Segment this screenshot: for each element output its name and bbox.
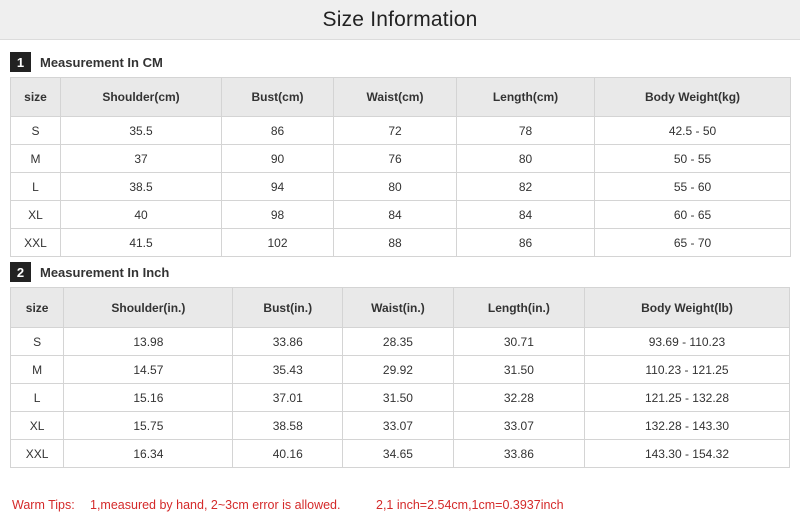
table-cell: 121.25 - 132.28 (583, 383, 791, 412)
table-cell: M (9, 355, 65, 384)
table-cell: 37 (60, 144, 222, 173)
table-cell: 82 (456, 172, 595, 201)
table-cell: 88 (333, 228, 457, 257)
table-cell: XXL (10, 228, 61, 257)
table-cell: 31.50 (342, 383, 454, 412)
table-cell: 110.23 - 121.25 (583, 355, 791, 384)
column-header: Waist(cm) (333, 77, 457, 117)
column-header: size (9, 287, 65, 328)
table-row: XXL 16.34 40.16 34.65 33.86 143.30 - 154… (9, 439, 791, 468)
column-header: Shoulder(cm) (60, 77, 222, 117)
section-inch-header: 2 Measurement In Inch (10, 262, 169, 282)
table-row: S 35.5 86 72 78 42.5 - 50 (10, 116, 791, 145)
table-cell: 33.86 (232, 327, 344, 356)
table-cell: 65 - 70 (594, 228, 791, 257)
table-cell: 28.35 (342, 327, 454, 356)
table-header-row: size Shoulder(in.) Bust(in.) Waist(in.) … (9, 287, 791, 328)
table-cell: 80 (333, 172, 457, 201)
table-cell: 40.16 (232, 439, 344, 468)
table-cell: L (9, 383, 65, 412)
column-header: Body Weight(kg) (594, 77, 791, 117)
section-title: Measurement In CM (40, 54, 163, 70)
table-cell: 38.58 (232, 411, 344, 440)
table-cell: 84 (333, 200, 457, 229)
table-cell: 78 (456, 116, 595, 145)
table-cell: XL (10, 200, 61, 229)
column-header: Shoulder(in.) (63, 287, 234, 328)
table-cell: 94 (221, 172, 334, 201)
warm-tips-label: Warm Tips: (12, 498, 75, 512)
tip-measurement: 1,measured by hand, 2~3cm error is allow… (90, 498, 341, 512)
table-cell: 30.71 (452, 327, 585, 356)
table-cell: 33.86 (452, 439, 585, 468)
warm-tips: Warm Tips: 1,measured by hand, 2~3cm err… (12, 496, 564, 514)
table-cell: 29.92 (342, 355, 454, 384)
table-cell: 34.65 (342, 439, 454, 468)
table-row: XL 15.75 38.58 33.07 33.07 132.28 - 143.… (9, 411, 791, 440)
column-header: Body Weight(lb) (583, 287, 791, 328)
table-cell: 80 (456, 144, 595, 173)
table-cell: L (10, 172, 61, 201)
page-header: Size Information (0, 0, 800, 40)
table-cell: 102 (221, 228, 334, 257)
table-cell: XL (9, 411, 65, 440)
table-row: L 38.5 94 80 82 55 - 60 (10, 172, 791, 201)
section-number-badge: 2 (10, 262, 31, 282)
column-header: size (10, 77, 61, 117)
column-header: Bust(in.) (232, 287, 344, 328)
table-cell: 31.50 (452, 355, 585, 384)
table-cell: 15.75 (63, 411, 234, 440)
table-cell: 32.28 (452, 383, 585, 412)
table-cell: 90 (221, 144, 334, 173)
table-cell: S (9, 327, 65, 356)
table-row: S 13.98 33.86 28.35 30.71 93.69 - 110.23 (9, 327, 791, 356)
tip-conversion: 2,1 inch=2.54cm,1cm=0.3937inch (376, 498, 564, 512)
inch-size-table: size Shoulder(in.) Bust(in.) Waist(in.) … (9, 287, 791, 468)
table-cell: 16.34 (63, 439, 234, 468)
table-row: M 37 90 76 80 50 - 55 (10, 144, 791, 173)
table-cell: 33.07 (452, 411, 585, 440)
table-header-row: size Shoulder(cm) Bust(cm) Waist(cm) Len… (10, 77, 791, 117)
column-header: Waist(in.) (342, 287, 454, 328)
column-header: Length(in.) (452, 287, 585, 328)
table-cell: 76 (333, 144, 457, 173)
table-cell: 41.5 (60, 228, 222, 257)
table-row: L 15.16 37.01 31.50 32.28 121.25 - 132.2… (9, 383, 791, 412)
table-cell: 55 - 60 (594, 172, 791, 201)
table-cell: 86 (456, 228, 595, 257)
column-header: Length(cm) (456, 77, 595, 117)
table-cell: 15.16 (63, 383, 234, 412)
table-cell: 13.98 (63, 327, 234, 356)
table-cell: M (10, 144, 61, 173)
table-cell: 35.43 (232, 355, 344, 384)
section-number-badge: 1 (10, 52, 31, 72)
cm-size-table: size Shoulder(cm) Bust(cm) Waist(cm) Len… (10, 77, 791, 257)
table-cell: XXL (9, 439, 65, 468)
column-header: Bust(cm) (221, 77, 334, 117)
table-cell: 143.30 - 154.32 (583, 439, 791, 468)
table-cell: 98 (221, 200, 334, 229)
table-cell: 33.07 (342, 411, 454, 440)
table-cell: 86 (221, 116, 334, 145)
table-cell: 60 - 65 (594, 200, 791, 229)
table-cell: 93.69 - 110.23 (583, 327, 791, 356)
table-cell: 38.5 (60, 172, 222, 201)
table-cell: 40 (60, 200, 222, 229)
table-row: XL 40 98 84 84 60 - 65 (10, 200, 791, 229)
table-cell: 72 (333, 116, 457, 145)
section-title: Measurement In Inch (40, 264, 170, 280)
table-cell: 42.5 - 50 (594, 116, 791, 145)
table-row: XXL 41.5 102 88 86 65 - 70 (10, 228, 791, 257)
table-cell: 84 (456, 200, 595, 229)
table-cell: 14.57 (63, 355, 234, 384)
table-cell: S (10, 116, 61, 145)
section-cm-header: 1 Measurement In CM (10, 52, 163, 72)
table-cell: 37.01 (232, 383, 344, 412)
table-cell: 132.28 - 143.30 (583, 411, 791, 440)
table-cell: 50 - 55 (594, 144, 791, 173)
table-row: M 14.57 35.43 29.92 31.50 110.23 - 121.2… (9, 355, 791, 384)
table-cell: 35.5 (60, 116, 222, 145)
page-title: Size Information (322, 7, 478, 31)
